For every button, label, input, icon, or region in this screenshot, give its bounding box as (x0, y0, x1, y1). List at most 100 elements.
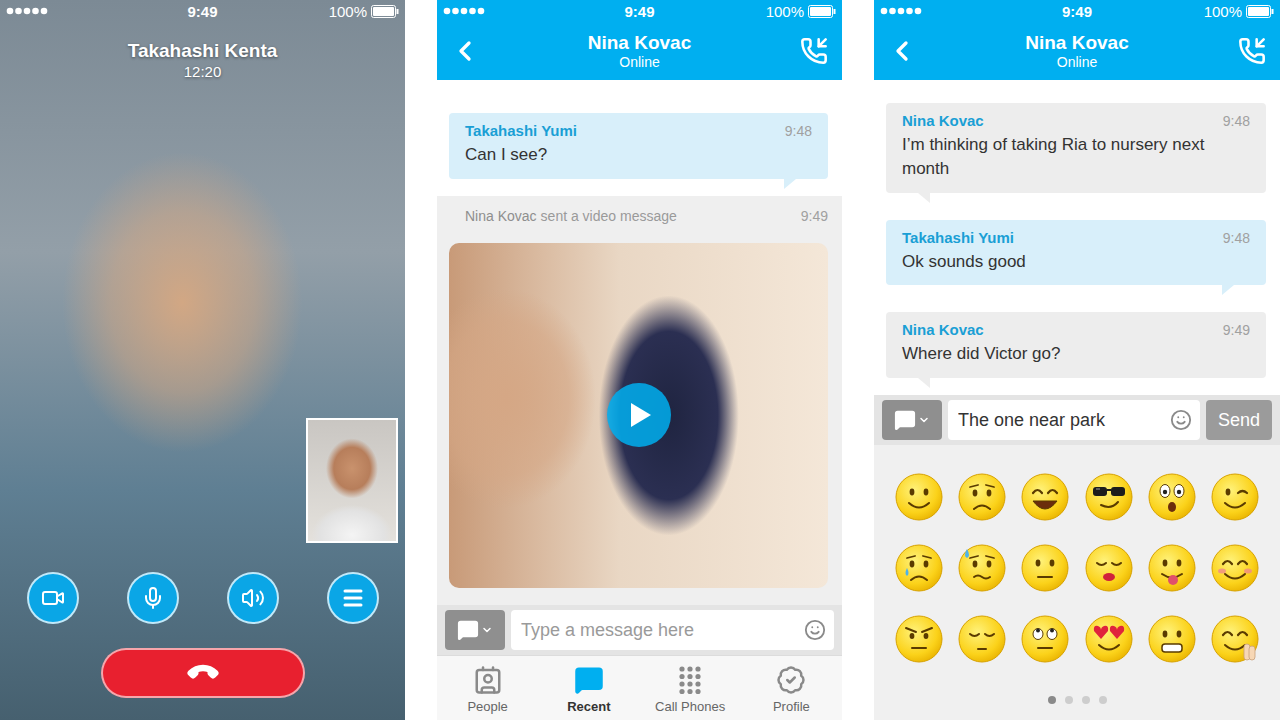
emoji-button[interactable] (892, 471, 946, 523)
compose-mode-button[interactable] (445, 610, 505, 650)
play-button[interactable] (607, 383, 671, 447)
input-placeholder: Type a message here (521, 620, 798, 641)
contact-name: Nina Kovac (588, 32, 691, 54)
tab-item[interactable]: People (437, 656, 538, 720)
eye-roll-emoji-icon (1020, 614, 1070, 664)
emoji-button[interactable] (1082, 542, 1136, 594)
end-call-button[interactable] (101, 648, 305, 698)
message-input[interactable]: The one near park (948, 400, 1200, 440)
send-button[interactable]: Send (1206, 400, 1272, 440)
grin-emoji-icon (1147, 614, 1197, 664)
message-sender: Nina Kovac (902, 112, 984, 129)
message-time: 9:49 (1223, 322, 1250, 338)
message-time: 9:49 (801, 208, 828, 224)
menu-button[interactable] (327, 572, 379, 624)
signal-icon (880, 6, 924, 16)
crying-emoji-icon (894, 543, 944, 593)
smiley-icon[interactable] (804, 619, 826, 641)
emoji-button[interactable] (1208, 471, 1262, 523)
video-camera-icon (41, 586, 65, 610)
message-list: Nina Kovac 9:48 I’m thinking of taking Ria… (874, 80, 1280, 395)
emoji-button[interactable] (1145, 613, 1199, 665)
cool-emoji-icon (1084, 472, 1134, 522)
smiley-icon[interactable] (1170, 409, 1192, 431)
app-screens: 9:49100%Takahashi Kenta12:209:49100%Nina… (0, 0, 1280, 720)
emoji-button[interactable] (955, 542, 1009, 594)
tab-item[interactable]: Recent (538, 656, 639, 720)
status-bar: 9:49100% (437, 0, 842, 22)
video-chat-screen: 9:49100%Nina KovacOnlineTakahashi Yumi9:… (437, 0, 842, 720)
page-dot[interactable] (1082, 696, 1090, 704)
emoji-button[interactable] (955, 471, 1009, 523)
battery-icon (371, 5, 399, 18)
caller-name: Takahashi Kenta (128, 40, 278, 63)
tab-label: Profile (773, 699, 810, 714)
status-bar: 9:49100% (874, 0, 1280, 22)
call-duration: 12:20 (184, 63, 222, 81)
call-icon (1238, 37, 1266, 65)
speechless-emoji-icon (1020, 543, 1070, 593)
call-button[interactable] (786, 29, 842, 73)
tab-item[interactable]: Profile (741, 656, 842, 720)
compose-mode-button[interactable] (882, 400, 942, 440)
call-controls (0, 572, 405, 624)
message-text: I’m thinking of taking Ria to nursery ne… (902, 133, 1250, 181)
self-view-video (306, 418, 398, 543)
tab-bar: People Recent Call Phones Profile (437, 655, 842, 720)
back-button[interactable] (874, 29, 930, 73)
microphone-icon (141, 586, 165, 610)
message-bubble: Nina Kovac9:49Where did Victor go? (886, 312, 1266, 378)
battery-percent: 100% (766, 3, 804, 20)
status-time: 9:49 (187, 3, 217, 20)
emoji-button[interactable] (955, 613, 1009, 665)
tab-label: Recent (567, 699, 610, 714)
in-love-emoji-icon (1084, 614, 1134, 664)
emoji-button[interactable] (1208, 613, 1262, 665)
emoji-button[interactable] (1082, 471, 1136, 523)
emoji-button[interactable] (1145, 471, 1199, 523)
surprised-emoji-icon (1147, 472, 1197, 522)
message-composer: The one near park Send (874, 395, 1280, 445)
message-bubble: Takahashi Yumi9:48Ok sounds good (886, 220, 1266, 286)
message-text: Can I see? (465, 143, 812, 167)
back-arrow-icon (886, 35, 918, 67)
video-call-screen: 9:49100%Takahashi Kenta12:20 (0, 0, 405, 720)
message-list: Takahashi Yumi9:48Can I see?Nina Kovacse… (437, 80, 842, 605)
sleepy-emoji-icon (957, 614, 1007, 664)
emoji-button[interactable] (892, 542, 946, 594)
page-dot[interactable] (1099, 696, 1107, 704)
page-dot[interactable] (1065, 696, 1073, 704)
emoji-button[interactable] (1208, 542, 1262, 594)
dial-pad-icon (678, 665, 702, 695)
message-time: 9:48 (1223, 113, 1250, 129)
back-arrow-icon (449, 35, 481, 67)
emoji-button[interactable] (1018, 542, 1072, 594)
signal-icon (6, 6, 50, 16)
page-dot[interactable] (1048, 696, 1056, 704)
battery-icon (1246, 5, 1274, 18)
contact-status: Online (1057, 54, 1097, 70)
contacts-icon (473, 665, 503, 695)
input-value: The one near park (958, 410, 1164, 431)
page-indicator (887, 696, 1267, 704)
chat-bubble-icon (457, 619, 479, 641)
blush-emoji-icon (1210, 543, 1260, 593)
mute-button[interactable] (127, 572, 179, 624)
video-thumbnail[interactable] (449, 243, 828, 588)
contact-name: Nina Kovac (1025, 32, 1128, 54)
tab-item[interactable]: Call Phones (640, 656, 741, 720)
emoji-button[interactable] (1018, 613, 1072, 665)
message-input[interactable]: Type a message here (511, 610, 834, 650)
speaker-button[interactable] (227, 572, 279, 624)
emoji-button[interactable] (1082, 613, 1136, 665)
emoji-button[interactable] (1145, 542, 1199, 594)
back-button[interactable] (437, 29, 493, 73)
status-time: 9:49 (1062, 3, 1092, 20)
emoji-button[interactable] (1018, 471, 1072, 523)
laugh-emoji-icon (1020, 472, 1070, 522)
message-sender: Takahashi Yumi (465, 122, 577, 139)
emoji-button[interactable] (892, 613, 946, 665)
message-text: Ok sounds good (902, 250, 1250, 274)
video-toggle-button[interactable] (27, 572, 79, 624)
call-button[interactable] (1224, 29, 1280, 73)
